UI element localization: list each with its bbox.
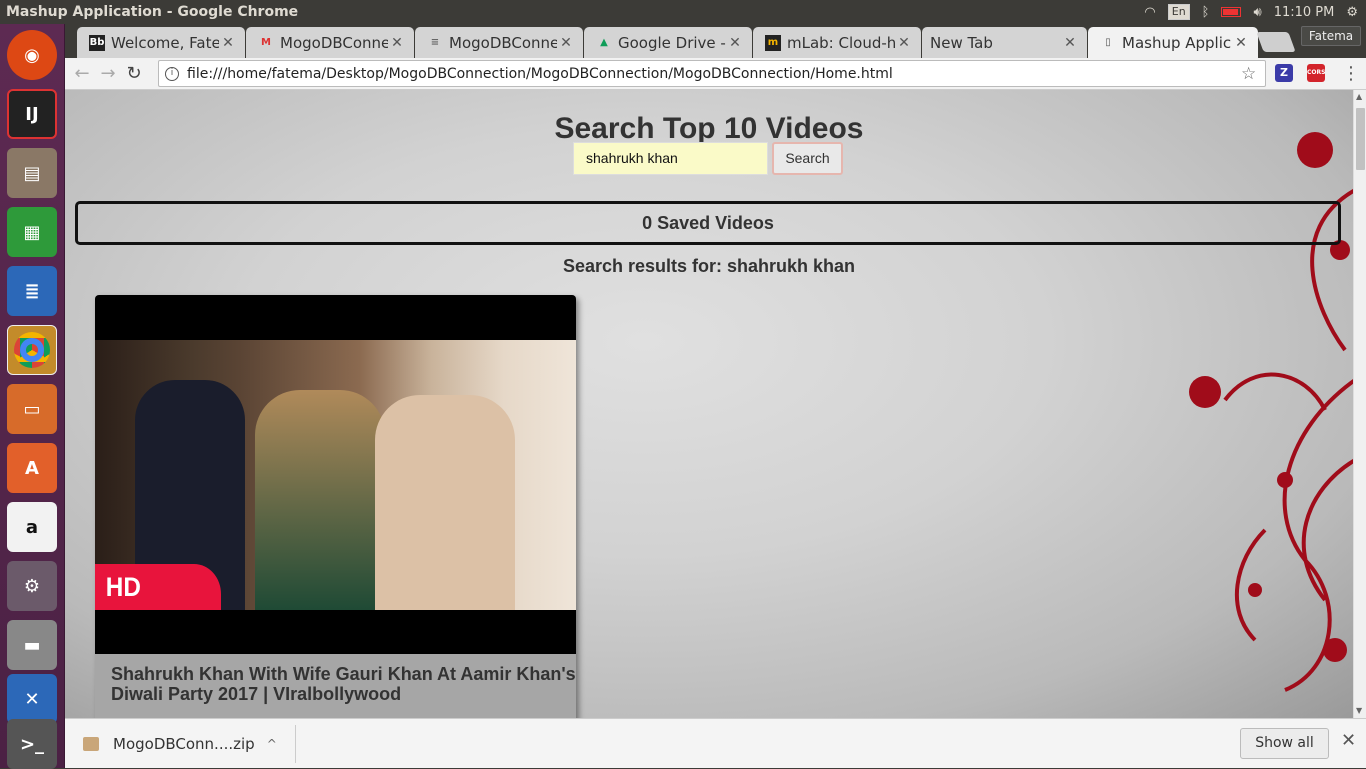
terminal-icon[interactable]: >_: [7, 719, 57, 769]
software-center-icon[interactable]: A: [7, 443, 57, 493]
cors-extension-icon[interactable]: CORS: [1307, 64, 1325, 82]
hd-video-badge: HD VIDEO: [95, 564, 221, 610]
download-filename: MogoDBConn....zip: [113, 735, 255, 753]
amazon-icon[interactable]: a: [7, 502, 57, 552]
scroll-down-icon[interactable]: ▼: [1356, 706, 1362, 715]
thumbnail-image: HD VIDEO: [95, 340, 576, 610]
info-icon[interactable]: i: [165, 66, 179, 81]
video-thumbnail[interactable]: HD VIDEO: [95, 295, 576, 654]
back-arrow-icon[interactable]: ←: [69, 63, 95, 84]
drive-icon[interactable]: ▬: [7, 620, 57, 670]
profile-button[interactable]: Fatema: [1301, 26, 1361, 46]
download-bar: MogoDBConn....zip ^ Show all ✕: [65, 718, 1366, 768]
video-card[interactable]: HD VIDEO Shahrukh Khan With Wife Gauri K…: [95, 295, 576, 718]
tab-label: Mashup Application: [1122, 33, 1232, 52]
close-icon[interactable]: ✕: [1061, 35, 1079, 51]
window-title: Mashup Application - Google Chrome: [6, 4, 299, 20]
keyboard-language-indicator[interactable]: En: [1167, 4, 1190, 20]
spreadsheet-icon[interactable]: ▦: [7, 207, 57, 257]
tab-label: New Tab: [930, 33, 993, 52]
chrome-icon[interactable]: [7, 325, 57, 375]
gear-icon[interactable]: ⚙: [1346, 5, 1358, 20]
close-icon[interactable]: ✕: [388, 35, 406, 51]
download-item[interactable]: MogoDBConn....zip ^: [83, 731, 295, 757]
forward-arrow-icon[interactable]: →: [95, 63, 121, 84]
search-input[interactable]: shahrukh khan: [573, 142, 768, 175]
remote-desktop-icon[interactable]: ✕: [7, 674, 57, 724]
close-icon[interactable]: ✕: [726, 35, 744, 51]
divider: [295, 725, 296, 763]
menu-icon[interactable]: ⋮: [1342, 63, 1360, 84]
tab-label: Welcome, Fatema: [111, 33, 219, 52]
close-icon[interactable]: ✕: [895, 35, 913, 51]
reload-icon[interactable]: ↻: [121, 63, 147, 84]
new-tab-button[interactable]: [1256, 32, 1296, 52]
close-icon[interactable]: ✕: [1232, 35, 1250, 51]
tab-strip: Bb Welcome, Fatema ✕ M MogoDBConnection …: [65, 24, 1366, 58]
saved-videos-box[interactable]: 0 Saved Videos: [75, 201, 1341, 245]
tab-label: Google Drive - V: [618, 33, 726, 52]
wifi-icon[interactable]: ◠: [1144, 5, 1155, 20]
close-icon[interactable]: ✕: [219, 35, 237, 51]
scroll-up-icon[interactable]: ▲: [1356, 92, 1362, 101]
bookmark-star-icon[interactable]: ☆: [1241, 64, 1265, 84]
document-icon: ≡: [430, 37, 440, 48]
volume-icon[interactable]: 🔊︎: [1253, 5, 1261, 20]
show-all-button[interactable]: Show all: [1240, 728, 1329, 759]
tab-label: mLab: Cloud-hosted: [787, 33, 895, 52]
settings-icon[interactable]: ⚙: [7, 561, 57, 611]
tab-label: MogoDBConnection: [449, 33, 557, 52]
person-figure: [375, 395, 515, 610]
browser-toolbar: ← → ↻ i file:///home/fatema/Desktop/Mogo…: [65, 58, 1366, 90]
tab-welcome[interactable]: Bb Welcome, Fatema ✕: [77, 27, 245, 58]
mlab-icon: m: [765, 34, 781, 51]
video-title[interactable]: Shahrukh Khan With Wife Gauri Khan At Aa…: [111, 664, 576, 704]
tab-mashup-application[interactable]: ▯ Mashup Application ✕: [1088, 27, 1258, 58]
unity-launcher: ◉ IJ ▤ ▦ ≣ ▭ A a ⚙ ▬ ✕ >_: [0, 24, 65, 769]
page-scrollbar[interactable]: ▲ ▼: [1353, 90, 1366, 718]
close-icon[interactable]: ✕: [557, 35, 575, 51]
tab-label: MogoDBConnection: [280, 33, 388, 52]
search-button[interactable]: Search: [772, 142, 843, 175]
intellij-icon[interactable]: IJ: [7, 89, 57, 139]
impress-icon[interactable]: ▭: [7, 384, 57, 434]
bluetooth-icon[interactable]: ᛒ: [1202, 5, 1210, 20]
tab-mlab[interactable]: m mLab: Cloud-hosted ✕: [753, 27, 921, 58]
indicator-area: ◠ En ᛒ 🔊︎ 11:10 PM ⚙: [1144, 4, 1366, 20]
url-text[interactable]: file:///home/fatema/Desktop/MogoDBConnec…: [187, 66, 1241, 82]
chevron-up-icon[interactable]: ^: [267, 737, 277, 751]
gmail-icon: M: [261, 37, 271, 48]
page-icon: ▯: [1105, 37, 1111, 48]
archive-icon: [83, 737, 99, 751]
tab-new-tab[interactable]: New Tab ✕: [922, 27, 1087, 58]
person-figure: [255, 390, 385, 610]
address-bar[interactable]: i file:///home/fatema/Desktop/MogoDBConn…: [158, 60, 1266, 87]
blackboard-icon: Bb: [89, 34, 105, 51]
clock[interactable]: 11:10 PM: [1274, 5, 1335, 20]
ubuntu-dash-icon[interactable]: ◉: [7, 30, 57, 80]
web-page: Search Top 10 Videos shahrukh khan Searc…: [65, 90, 1353, 718]
system-top-bar: Mashup Application - Google Chrome ◠ En …: [0, 0, 1366, 24]
google-drive-icon: ▲: [600, 37, 608, 48]
writer-icon[interactable]: ≣: [7, 266, 57, 316]
results-heading: Search results for: shahrukh khan: [562, 256, 856, 276]
files-icon[interactable]: ▤: [7, 148, 57, 198]
close-icon[interactable]: ✕: [1341, 730, 1356, 751]
tab-mongodb[interactable]: ≡ MogoDBConnection ✕: [415, 27, 583, 58]
scrollbar-thumb[interactable]: [1356, 108, 1365, 170]
browser-window: Bb Welcome, Fatema ✕ M MogoDBConnection …: [65, 24, 1366, 768]
tab-google-drive[interactable]: ▲ Google Drive - V ✕: [584, 27, 752, 58]
search-input-value: shahrukh khan: [586, 150, 678, 166]
battery-icon[interactable]: [1221, 7, 1242, 17]
tab-gmail[interactable]: M MogoDBConnection ✕: [246, 27, 414, 58]
zotero-extension-icon[interactable]: Z: [1275, 64, 1293, 82]
page-title: Search Top 10 Videos: [554, 112, 864, 145]
